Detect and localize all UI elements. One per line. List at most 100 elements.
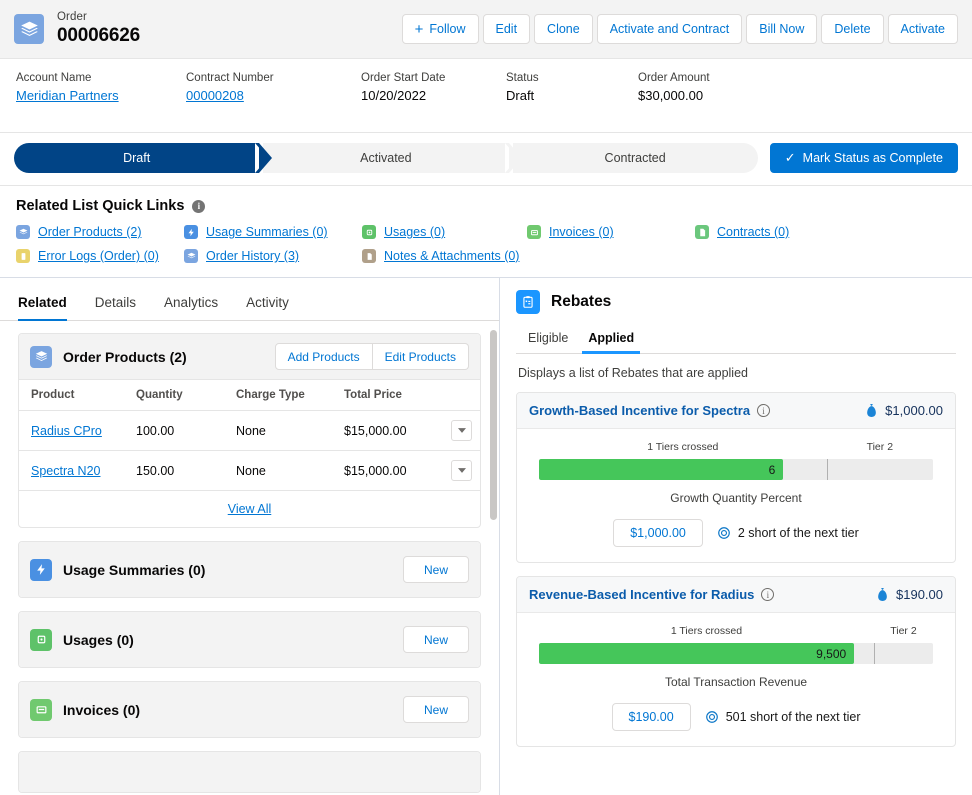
invoices-title: Invoices (0) [63,702,140,718]
rebate-amount: $1,000.00 [865,403,943,418]
product-link[interactable]: Radius CPro [31,424,102,438]
quick-link-invoices[interactable]: Invoices (0) [527,225,695,239]
usage-summaries-actions: New [403,556,469,583]
account-name-link[interactable]: Meridian Partners [16,88,176,103]
tier-progress-bar: 9,500 [539,643,933,664]
quick-link-label: Notes & Attachments (0) [384,249,519,263]
rebate-payout-button[interactable]: $1,000.00 [613,519,703,547]
invoices-actions: New [403,696,469,723]
order-stack-icon [184,249,198,263]
tier-labels: 1 Tiers crossed Tier 2 [539,625,933,639]
row-actions-cell [439,451,480,491]
rebate-metric-label: Growth Quantity Percent [539,491,933,505]
quick-link-error-logs[interactable]: Error Logs (Order) (0) [16,249,184,263]
rebate-payout-button[interactable]: $190.00 [612,703,691,731]
delete-button[interactable]: Delete [821,14,883,44]
info-icon[interactable]: i [192,200,205,213]
status-value: Draft [506,88,628,103]
field-label: Order Amount [638,72,710,84]
order-products-card: Order Products (2) Add Products Edit Pro… [18,333,481,528]
rebate-card-header: Revenue-Based Incentive for Radius i $19… [517,577,955,613]
row-menu-chevron-down-icon[interactable] [451,460,472,481]
mark-status-complete-button[interactable]: ✓ Mark Status as Complete [770,143,958,173]
plus-icon: + [415,22,424,37]
path-step-activated[interactable]: Activated [263,143,508,173]
table-row: Radius CPro 100.00 None $15,000.00 [19,411,480,451]
tab-applied[interactable]: Applied [578,324,644,353]
quick-link-usage-summaries[interactable]: Usage Summaries (0) [184,225,362,239]
activate-button[interactable]: Activate [888,14,958,44]
field-label: Account Name [16,72,176,84]
next-tier-label: Tier 2 [827,441,933,453]
follow-button[interactable]: + Follow [402,14,479,44]
quick-link-order-products[interactable]: Order Products (2) [16,225,184,239]
quick-link-usages[interactable]: Usages (0) [362,225,527,239]
tab-details[interactable]: Details [81,295,150,320]
edit-products-button[interactable]: Edit Products [373,343,469,370]
tab-related[interactable]: Related [18,295,81,320]
tab-activity[interactable]: Activity [232,295,303,320]
left-panel-scrollbar-thumb[interactable] [490,330,497,520]
quick-link-label: Usages (0) [384,225,445,239]
new-usage-button[interactable]: New [403,626,469,653]
tab-analytics[interactable]: Analytics [150,295,232,320]
check-icon: ✓ [785,150,796,166]
quick-links-title-row: Related List Quick Links i [16,198,956,214]
path-step-contracted[interactable]: Contracted [513,143,758,173]
rebates-title: Rebates [551,293,611,311]
quick-link-order-history[interactable]: Order History (3) [184,249,362,263]
activate-and-contract-button[interactable]: Activate and Contract [597,14,743,44]
new-invoice-button[interactable]: New [403,696,469,723]
lightning-bolt-icon [30,559,52,581]
order-products-card-header: Order Products (2) Add Products Edit Pro… [19,334,480,380]
tier-progress-value: 9,500 [816,647,846,661]
edit-button[interactable]: Edit [483,14,531,44]
rebate-name-link[interactable]: Revenue-Based Incentive for Radius [529,587,754,602]
new-usage-summary-button[interactable]: New [403,556,469,583]
related-lists-scroll-area: Order Products (2) Add Products Edit Pro… [0,321,499,795]
lightning-bolt-icon [184,225,198,239]
info-icon[interactable]: i [761,588,774,601]
path-step-label: Draft [123,151,150,165]
invoice-icon [30,699,52,721]
related-column: Related Details Analytics Activity Order… [0,278,500,795]
field-contract-number: Contract Number 00000208 [186,72,351,117]
rebate-card-body: 1 Tiers crossed Tier 2 9,500 Total Trans… [517,613,955,746]
table-header-row: Product Quantity Charge Type Total Price [19,380,480,411]
info-icon[interactable]: i [757,404,770,417]
money-bag-icon [865,403,878,418]
next-related-list-card-partial [18,751,481,793]
invoices-card-header: Invoices (0) New [19,682,480,737]
chip-icon [362,225,376,239]
view-all-link[interactable]: View All [228,502,272,516]
row-menu-chevron-down-icon[interactable] [451,420,472,441]
rebate-footer: $190.00 501 short of the next tier [539,703,933,731]
quick-links-title: Related List Quick Links [16,198,184,214]
contract-number-link[interactable]: 00000208 [186,88,351,103]
path-step-draft[interactable]: Draft [14,143,259,173]
quick-link-label: Order Products (2) [38,225,142,239]
tiers-crossed-label: 1 Tiers crossed [539,441,827,453]
total-price-cell: $15,000.00 [332,411,439,451]
product-link[interactable]: Spectra N20 [31,464,100,478]
quantity-cell: 100.00 [124,411,224,451]
next-card-header [19,752,480,792]
follow-label: Follow [429,22,465,36]
error-log-icon [16,249,30,263]
rebate-amount-value: $190.00 [896,587,943,602]
tier-labels: 1 Tiers crossed Tier 2 [539,441,933,455]
target-icon [705,710,719,724]
tab-eligible[interactable]: Eligible [518,324,578,353]
bill-now-button[interactable]: Bill Now [746,14,817,44]
rebate-name-link[interactable]: Growth-Based Incentive for Spectra [529,403,750,418]
clone-button[interactable]: Clone [534,14,593,44]
quick-link-contracts[interactable]: Contracts (0) [695,225,956,239]
mark-status-complete-label: Mark Status as Complete [803,151,943,165]
quick-link-notes-attachments[interactable]: Notes & Attachments (0) [362,249,527,263]
highlights-field-row: Account Name Meridian Partners Contract … [0,59,972,133]
field-status: Status Draft [506,72,628,117]
invoices-card: Invoices (0) New [18,681,481,738]
path-step-label: Contracted [605,151,666,165]
add-products-button[interactable]: Add Products [275,343,373,370]
rebate-amount: $190.00 [876,587,943,602]
